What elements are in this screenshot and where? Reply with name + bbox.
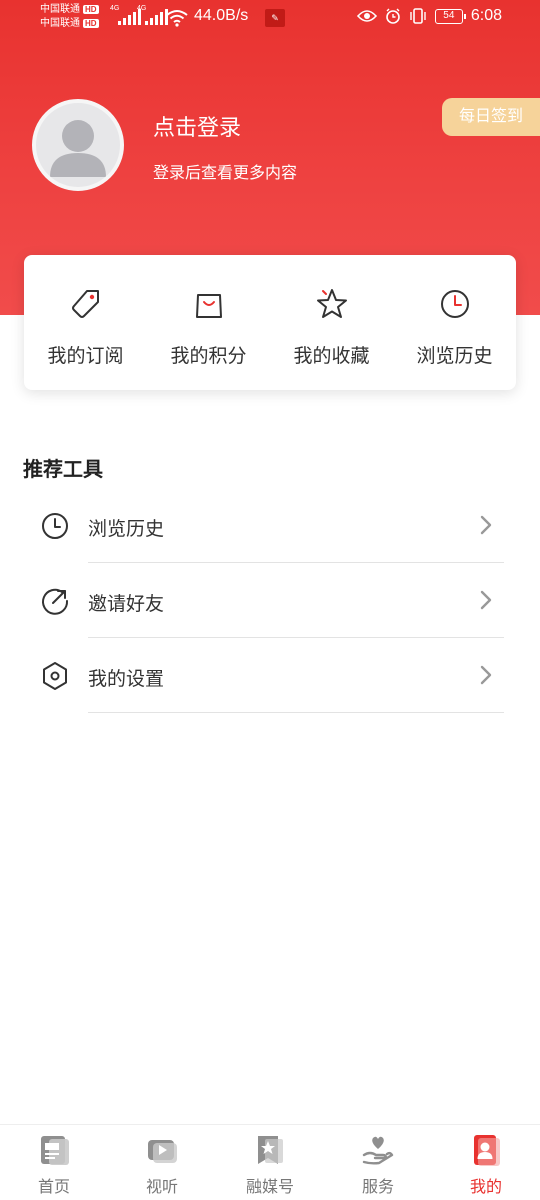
quick-item-subscriptions[interactable]: 我的订阅 bbox=[24, 255, 147, 390]
nav-label: 融媒号 bbox=[245, 1179, 294, 1196]
alarm-icon bbox=[386, 8, 400, 24]
profile-card-icon bbox=[474, 1135, 500, 1166]
section-title: 推荐工具 bbox=[23, 459, 103, 481]
nav-item-media-accounts[interactable]: 融媒号 bbox=[216, 1125, 324, 1200]
tool-label: 浏览历史 bbox=[88, 519, 165, 540]
tool-label: 我的设置 bbox=[88, 669, 165, 690]
clock-time: 6:08 bbox=[470, 7, 502, 24]
hd-badge: HD bbox=[83, 19, 99, 28]
battery-level: 54 bbox=[443, 9, 455, 21]
bookmark-star-icon bbox=[258, 1136, 283, 1164]
nav-label: 视听 bbox=[145, 1179, 178, 1196]
clock-icon bbox=[440, 290, 469, 318]
tool-label: 邀请好友 bbox=[88, 594, 165, 615]
carrier-1: 中国联通 bbox=[40, 4, 80, 15]
chevron-right-icon bbox=[480, 515, 492, 535]
hd-badge: HD bbox=[83, 5, 99, 14]
tool-row-history[interactable]: 浏览历史 bbox=[0, 488, 540, 563]
news-icon bbox=[41, 1136, 69, 1165]
share-arrow-icon bbox=[42, 588, 69, 615]
nav-item-services[interactable]: 服务 bbox=[324, 1125, 432, 1200]
chevron-right-icon bbox=[480, 590, 492, 610]
clock-icon bbox=[42, 513, 68, 539]
tag-icon bbox=[71, 290, 99, 318]
star-icon bbox=[316, 289, 347, 318]
status-right-group: 54 6:08 bbox=[356, 7, 502, 25]
network-1-label: 4G bbox=[110, 5, 120, 12]
app-notification-icon: ✎ bbox=[265, 9, 285, 27]
quick-item-favorites[interactable]: 我的收藏 bbox=[270, 255, 393, 390]
quick-item-history[interactable]: 浏览历史 bbox=[393, 255, 516, 390]
tool-list: 浏览历史 邀请好友 我的设置 bbox=[0, 488, 540, 713]
nav-label: 首页 bbox=[37, 1179, 70, 1196]
quick-item-label: 我的积分 bbox=[170, 346, 247, 367]
login-title[interactable]: 点击登录 bbox=[153, 110, 241, 142]
nav-item-home[interactable]: 首页 bbox=[0, 1125, 108, 1200]
carrier-info: 中国联通 HD 中国联通 HD bbox=[40, 3, 99, 31]
net-speed: 44.0B/s bbox=[194, 7, 249, 24]
nav-item-mine[interactable]: 我的 bbox=[432, 1125, 540, 1200]
wifi-icon bbox=[166, 10, 188, 27]
nav-item-media[interactable]: 视听 bbox=[108, 1125, 216, 1200]
battery-icon: 54 bbox=[434, 8, 466, 24]
carrier-2: 中国联通 bbox=[40, 18, 80, 29]
nav-label: 我的 bbox=[469, 1179, 502, 1196]
hand-heart-icon bbox=[362, 1136, 394, 1165]
divider bbox=[88, 712, 504, 713]
quick-item-label: 浏览历史 bbox=[416, 346, 493, 367]
nav-label: 服务 bbox=[361, 1179, 394, 1196]
eye-icon bbox=[356, 10, 377, 22]
avatar[interactable] bbox=[32, 99, 124, 191]
quick-item-points[interactable]: 我的积分 bbox=[147, 255, 270, 390]
vibrate-icon bbox=[410, 8, 426, 24]
quick-item-label: 我的订阅 bbox=[47, 346, 124, 367]
tool-row-invite[interactable]: 邀请好友 bbox=[0, 563, 540, 638]
status-bar: 中国联通 HD 中国联通 HD 4G 4G 44.0B/s ✎ 54 6:08 bbox=[0, 0, 540, 36]
daily-checkin-button[interactable]: 每日签到 bbox=[442, 98, 540, 136]
chevron-right-icon bbox=[480, 665, 492, 685]
quick-actions-card: 我的订阅 我的积分 我的收藏 浏览历史 bbox=[24, 255, 516, 390]
network-2-label: 4G bbox=[137, 5, 147, 12]
login-subtitle: 登录后查看更多内容 bbox=[153, 165, 298, 182]
quick-item-label: 我的收藏 bbox=[293, 346, 370, 367]
play-icon bbox=[148, 1140, 177, 1163]
user-silhouette-icon bbox=[50, 120, 106, 177]
settings-hexagon-icon bbox=[43, 662, 67, 690]
shopping-bag-icon bbox=[195, 294, 222, 318]
bottom-nav: 首页 视听 融媒号 服务 我的 bbox=[0, 1124, 540, 1200]
signal-2-icon: 4G bbox=[137, 5, 168, 25]
tool-row-settings[interactable]: 我的设置 bbox=[0, 638, 540, 713]
